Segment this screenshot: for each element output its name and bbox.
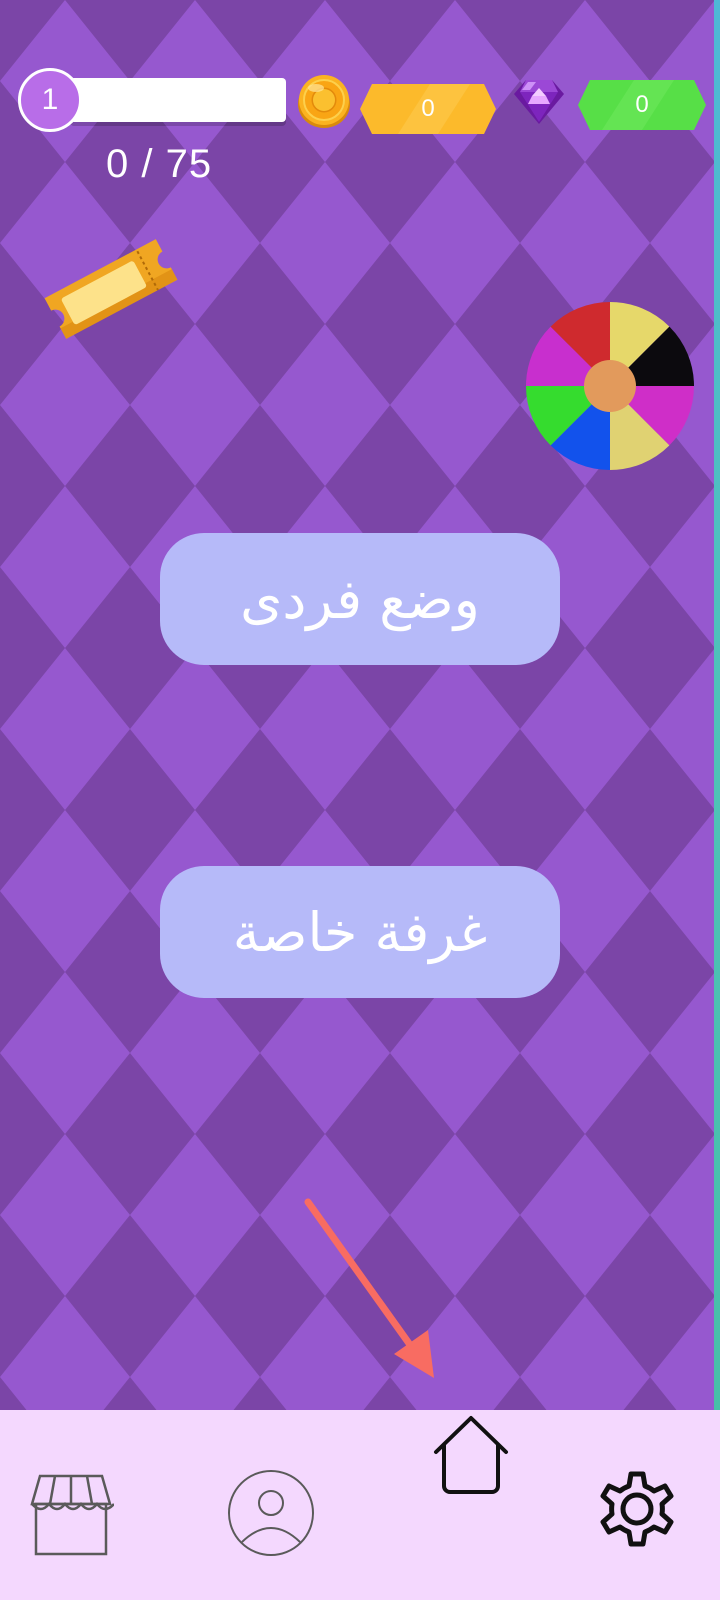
coin-balance[interactable]: 0 xyxy=(360,84,496,134)
private-room-label: غرفة خاصة xyxy=(232,900,488,964)
ticket-icon[interactable] xyxy=(38,226,184,352)
level-badge: 1 xyxy=(18,68,82,132)
settings-icon[interactable] xyxy=(590,1460,684,1554)
gem-count: 0 xyxy=(635,91,649,118)
xp-progress-text: 0 / 75 xyxy=(106,142,213,186)
solo-mode-label: وضع فردى xyxy=(240,567,480,631)
bottom-navigation xyxy=(0,1410,720,1600)
screen-edge xyxy=(714,0,720,1410)
solo-mode-button[interactable]: وضع فردى xyxy=(160,533,560,665)
gem-balance[interactable]: 0 xyxy=(578,80,706,130)
coin-count: 0 xyxy=(421,95,435,122)
private-room-button[interactable]: غرفة خاصة xyxy=(160,866,560,998)
gem-icon xyxy=(512,74,566,128)
game-home-screen: 1 0 / 75 0 0 وضع فردى غرفة خاصة xyxy=(0,0,720,1600)
shop-icon[interactable] xyxy=(28,1470,114,1558)
home-icon[interactable] xyxy=(426,1410,516,1500)
spin-wheel-icon[interactable] xyxy=(524,300,696,472)
coin-icon xyxy=(296,73,352,129)
pointer-arrow-icon xyxy=(296,1196,446,1382)
xp-progress-bar xyxy=(70,78,286,122)
profile-icon[interactable] xyxy=(226,1468,316,1558)
